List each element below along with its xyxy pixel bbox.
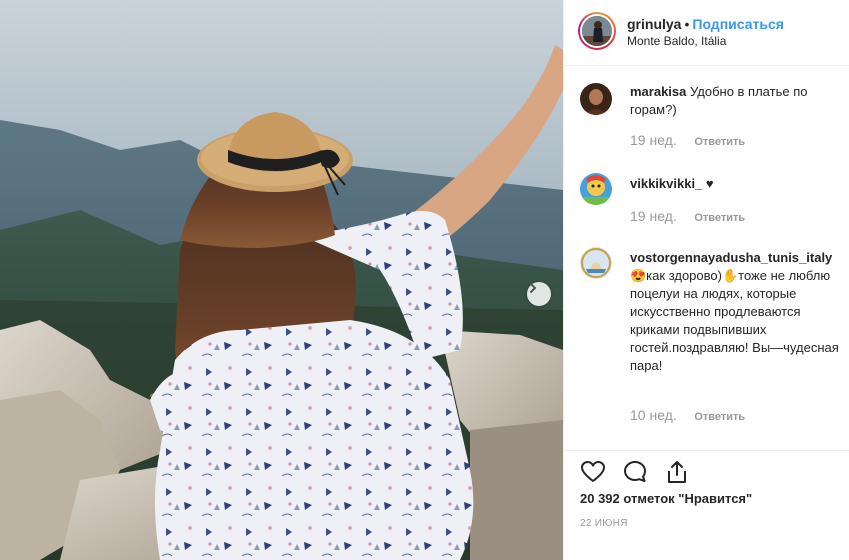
comment-text-block: vikkikvikki_ ♥ xyxy=(630,175,840,193)
instagram-post: grinulya • Подписаться Monte Baldo, Itália… xyxy=(0,0,849,560)
photo-illustration xyxy=(0,0,563,560)
author-avatar-image xyxy=(580,14,614,48)
comment-username[interactable]: vostorgennayadusha_tunis_italy xyxy=(630,250,832,265)
post-actions: 20 392 отметок "Нравится" 22 июня xyxy=(564,450,849,560)
post-side-panel: grinulya • Подписаться Monte Baldo, Itália… xyxy=(563,0,849,560)
comment-meta: 10 нед. Ответить xyxy=(630,407,745,423)
reply-button[interactable]: Ответить xyxy=(694,212,745,224)
comment-username[interactable]: vikkikvikki_ xyxy=(630,176,702,191)
chevron-right-icon xyxy=(530,283,537,293)
follow-button[interactable]: Подписаться xyxy=(692,16,784,32)
comment-avatar[interactable] xyxy=(580,247,612,279)
action-icons-row xyxy=(580,459,690,485)
next-photo-button[interactable] xyxy=(527,282,551,306)
comment-item: vikkikvikki_ ♥ 19 нед. Ответить xyxy=(564,173,849,233)
comment-time[interactable]: 19 нед. xyxy=(630,132,677,148)
author-username[interactable]: grinulya xyxy=(627,16,681,32)
share-upload-icon[interactable] xyxy=(664,459,690,485)
author-line: grinulya • Подписаться xyxy=(627,16,784,32)
comment-item: vostorgennayadusha_tunis_italy 😍как здор… xyxy=(564,247,849,427)
post-date[interactable]: 22 июня xyxy=(580,518,628,529)
comment-bubble-icon[interactable] xyxy=(622,459,648,485)
comment-username[interactable]: marakisa xyxy=(630,84,686,99)
comment-avatar[interactable] xyxy=(580,173,612,205)
reply-button[interactable]: Ответить xyxy=(694,136,745,148)
author-avatar[interactable] xyxy=(578,12,616,50)
post-location[interactable]: Monte Baldo, Itália xyxy=(627,34,726,48)
comment-time[interactable]: 19 нед. xyxy=(630,208,677,224)
comment-text-block: marakisa Удобно в платье по горам?) xyxy=(630,83,840,119)
heart-icon[interactable] xyxy=(580,459,606,485)
likes-count[interactable]: 20 392 отметок "Нравится" xyxy=(580,491,752,506)
comment-time[interactable]: 10 нед. xyxy=(630,407,677,423)
comment-meta: 19 нед. Ответить xyxy=(630,132,745,148)
comment-meta: 19 нед. Ответить xyxy=(630,208,745,224)
comment-text: 😍как здорово)✋тоже не люблю поцелуи на л… xyxy=(630,268,839,373)
post-photo[interactable] xyxy=(0,0,563,560)
separator-dot: • xyxy=(684,16,690,32)
comment-text: ♥ xyxy=(705,176,714,191)
post-header: grinulya • Подписаться Monte Baldo, Itália xyxy=(564,0,849,66)
reply-button[interactable]: Ответить xyxy=(694,411,745,423)
comment-avatar[interactable] xyxy=(580,83,612,115)
comment-item: marakisa Удобно в платье по горам?) 19 н… xyxy=(564,81,849,161)
comment-text-block: vostorgennayadusha_tunis_italy 😍как здор… xyxy=(630,249,840,375)
